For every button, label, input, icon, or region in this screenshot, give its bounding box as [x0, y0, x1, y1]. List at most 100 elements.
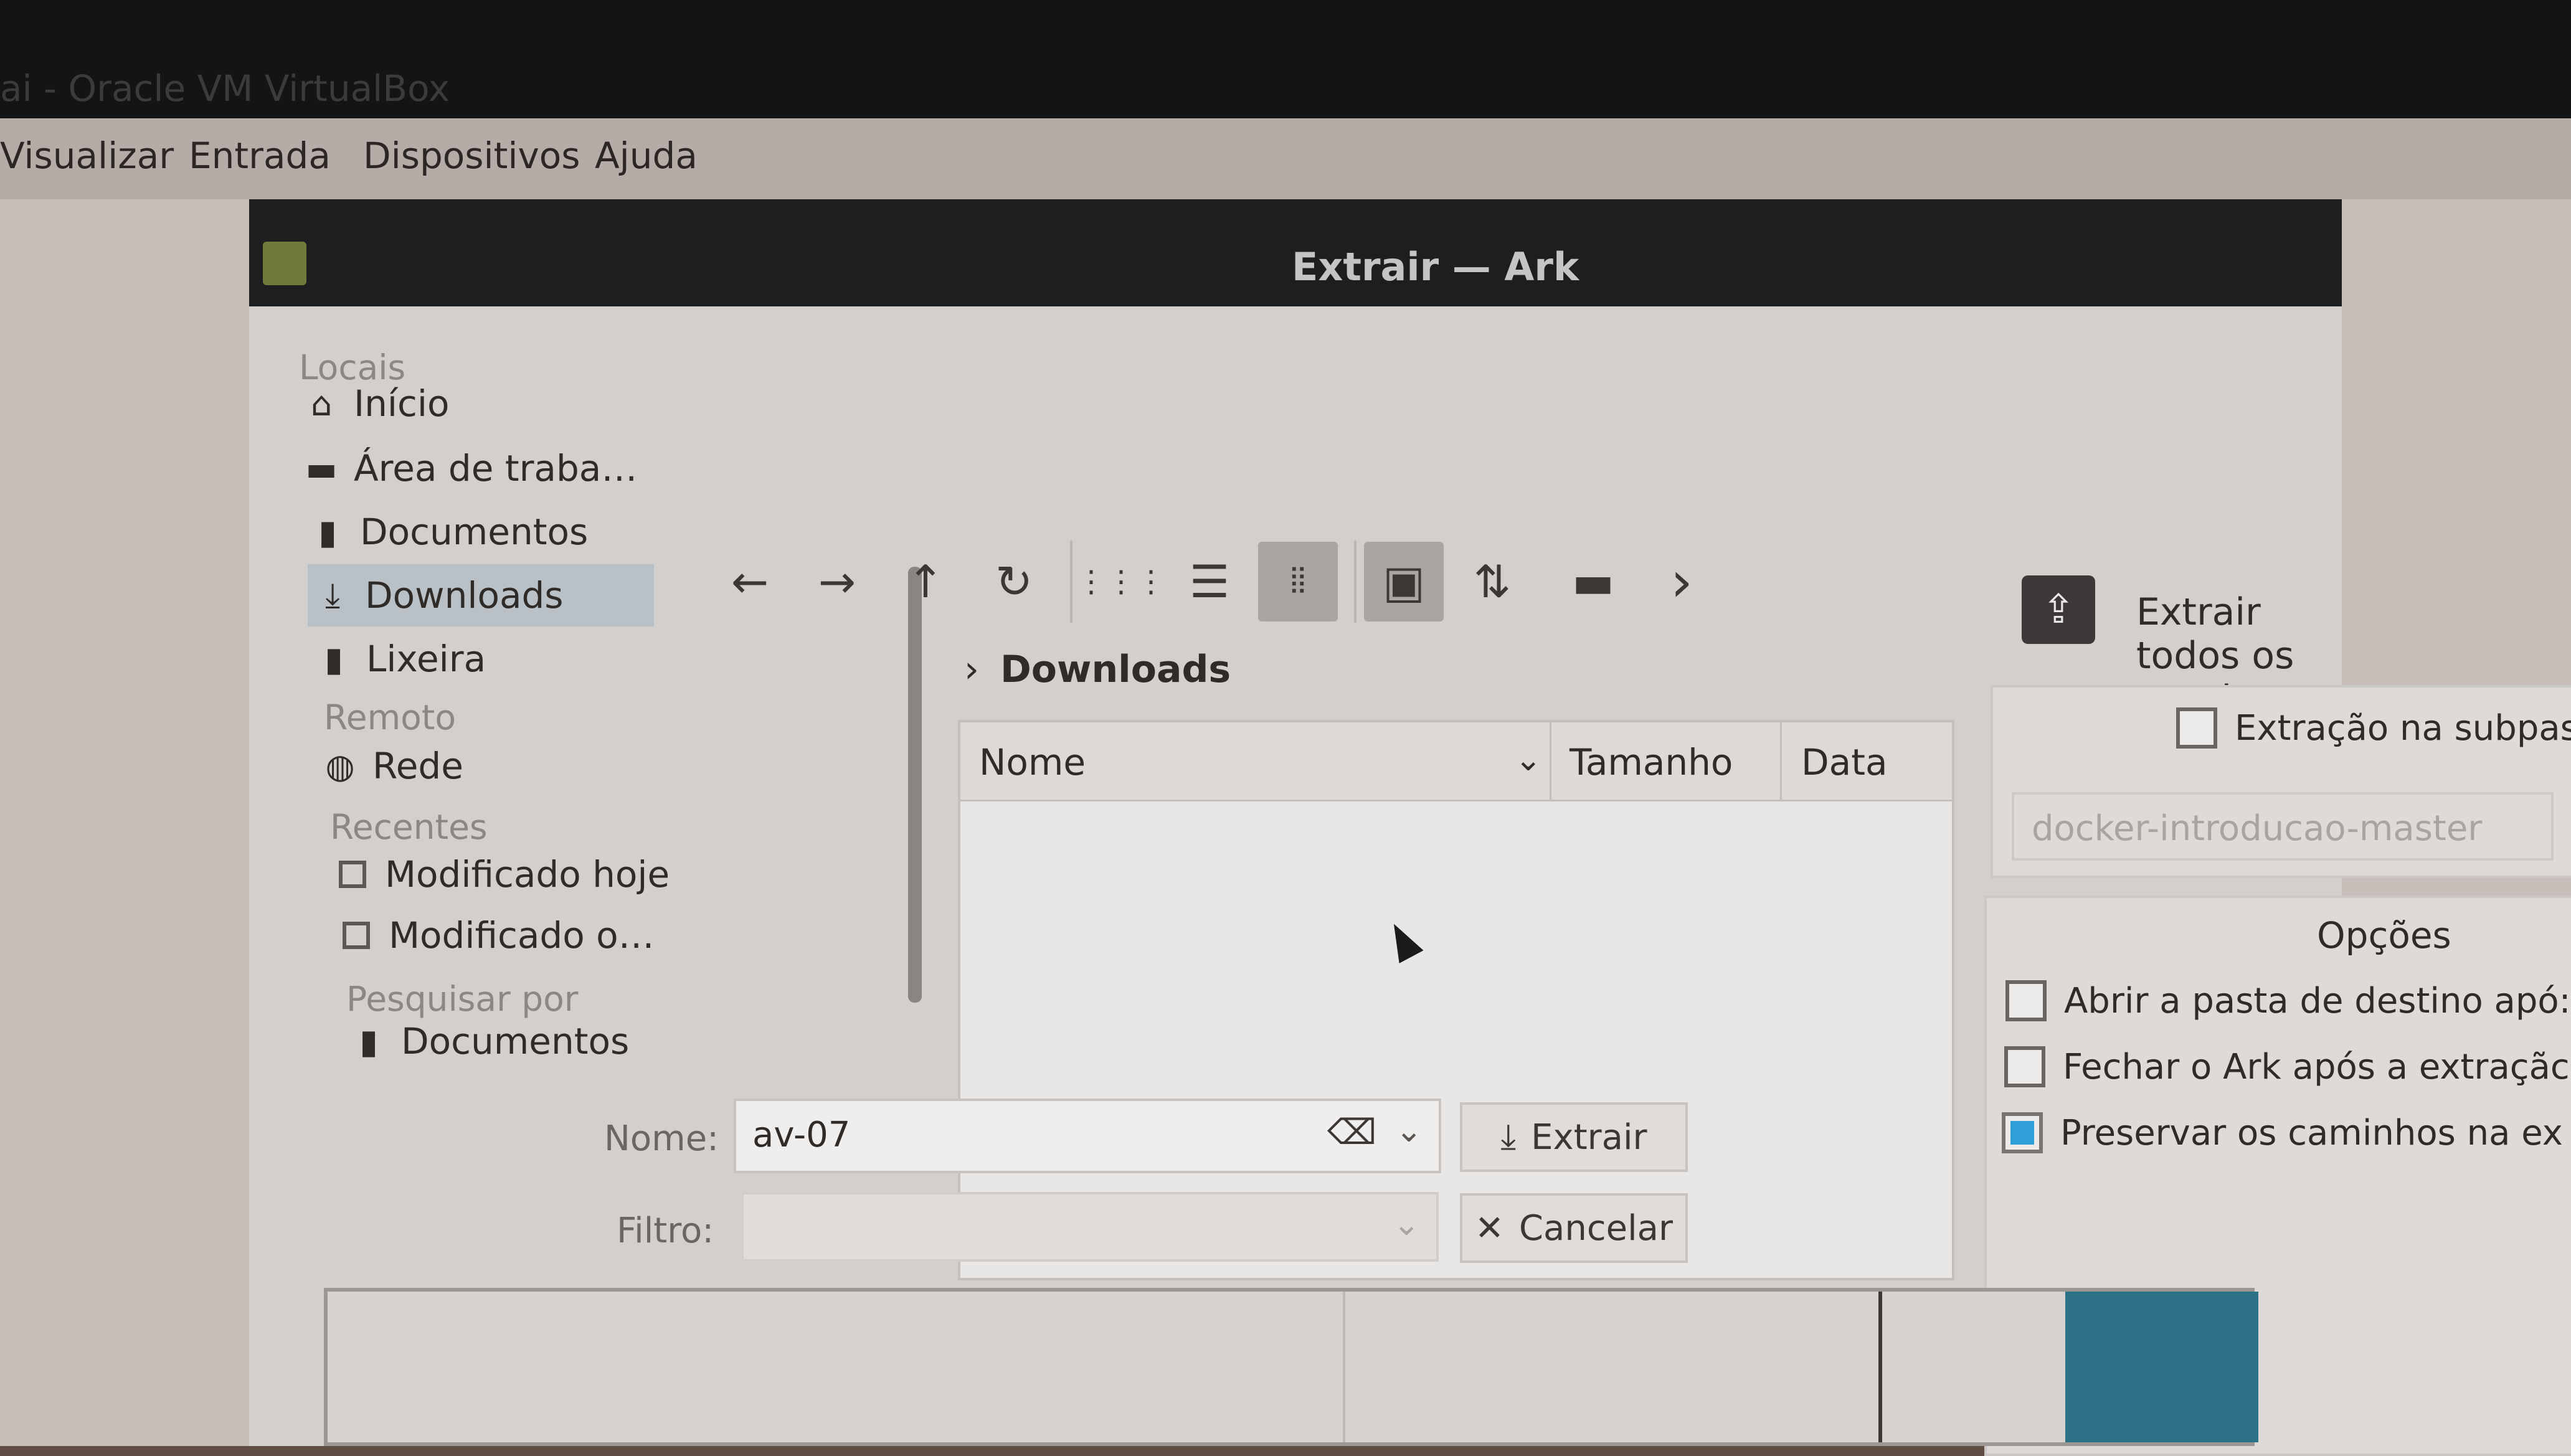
toolbar-separator	[1070, 541, 1072, 623]
reload-icon: ↻	[995, 555, 1033, 608]
places-item-rede[interactable]: ◍ Rede	[324, 735, 635, 797]
menu-dispositivos[interactable]: Dispositivos	[363, 135, 580, 177]
places-item-area-de-trabalho[interactable]: ▬ Área de traba…	[305, 437, 679, 499]
column-separator	[1780, 722, 1782, 800]
arrow-left-icon: ←	[731, 555, 769, 608]
places-item-inicio[interactable]: ⌂ Início	[305, 372, 642, 435]
places-item-label: Rede	[372, 745, 463, 787]
trash-icon: ▮	[324, 639, 343, 679]
back-button[interactable]: ←	[710, 542, 790, 622]
toolbar-separator	[1354, 541, 1357, 623]
forward-button[interactable]: →	[797, 542, 877, 622]
subfolder-checkbox[interactable]: Extração na subpas	[2176, 707, 2571, 749]
dialog-title: Extrair — Ark	[1292, 244, 1579, 290]
places-section-recentes: Recentes	[330, 807, 488, 847]
places-item-label: Downloads	[365, 574, 564, 617]
arrow-right-icon: →	[818, 555, 856, 608]
option-open-destination[interactable]: Abrir a pasta de destino apó:	[2005, 980, 2571, 1021]
close-icon: ✕	[1475, 1208, 1504, 1249]
subfolder-name-value: docker-introducao-master	[2032, 808, 2483, 849]
name-input[interactable]: av-07 ⌫ ⌄	[734, 1099, 1441, 1173]
checkbox-box[interactable]	[2176, 707, 2217, 749]
places-panel: Locais ⌂ Início ▬ Área de traba… ▮ Docum…	[293, 347, 903, 1319]
desktop-icon: ▬	[305, 448, 338, 488]
column-header-data[interactable]: Data	[1801, 741, 1888, 783]
places-item-modificado-hoje[interactable]: Modificado hoje	[336, 843, 735, 905]
places-item-label: Documentos	[401, 1020, 630, 1062]
option-preserve-paths[interactable]: Preservar os caminhos na ex	[2002, 1112, 2563, 1153]
checkbox-checked[interactable]	[2002, 1112, 2043, 1153]
calendar-icon	[336, 858, 369, 891]
menu-visualizar[interactable]: Visualizar	[0, 135, 174, 177]
cancel-button-label: Cancelar	[1518, 1208, 1673, 1249]
grid-icon: ⋮⋮⋮	[1076, 564, 1166, 599]
host-window-title: ai - Oracle VM VirtualBox	[0, 67, 450, 110]
places-item-label: Início	[354, 382, 450, 425]
option-label: Abrir a pasta de destino apó:	[2064, 980, 2571, 1021]
icons-view-button[interactable]: ⋮⋮⋮	[1076, 542, 1166, 622]
places-item-lixeira[interactable]: ▮ Lixeira	[318, 628, 629, 690]
sort-button[interactable]: ⇅	[1452, 542, 1532, 622]
extract-button-label: Extrair	[1531, 1117, 1647, 1158]
places-section-remoto: Remoto	[324, 697, 457, 737]
option-label: Preservar os caminhos na ex	[2060, 1112, 2563, 1153]
subfolder-checkbox-label: Extração na subpas	[2235, 707, 2571, 749]
breadcrumb-current[interactable]: Downloads	[1000, 648, 1231, 691]
list-icon: ☰	[1189, 555, 1230, 608]
ark-app-icon	[263, 242, 306, 285]
places-item-label: Modificado hoje	[385, 853, 670, 896]
column-separator	[1550, 722, 1551, 800]
name-label: Nome:	[604, 1118, 719, 1159]
places-item-label: Modificado o…	[389, 914, 655, 957]
guest-bottom-panel	[324, 1288, 2258, 1446]
extract-button[interactable]: ⤓ Extrair	[1460, 1102, 1688, 1172]
places-scrollbar[interactable]	[908, 567, 922, 1003]
clear-icon[interactable]: ⌫	[1327, 1112, 1376, 1153]
chevron-down-icon: ⌄	[1515, 741, 1542, 778]
name-input-value: av-07	[752, 1115, 851, 1155]
chevron-down-icon[interactable]: ⌄	[1395, 1112, 1423, 1150]
option-close-ark[interactable]: Fechar o Ark após a extraçãc	[2004, 1046, 2570, 1087]
preview-button[interactable]: ▣	[1364, 542, 1444, 622]
places-item-search-documentos[interactable]: ▮ Documentos	[353, 1010, 701, 1072]
network-icon: ◍	[325, 746, 355, 786]
checkbox-box[interactable]	[2004, 1046, 2045, 1087]
sort-icon: ⇅	[1473, 555, 1512, 608]
breadcrumb[interactable]: › Downloads	[964, 648, 1231, 691]
new-folder-button[interactable]: ▬	[1553, 542, 1633, 622]
up-button[interactable]: ↑	[886, 542, 965, 622]
download-icon: ⤓	[1500, 1117, 1517, 1157]
image-preview-icon: ▣	[1382, 555, 1426, 608]
places-item-documentos[interactable]: ▮ Documentos	[311, 501, 660, 563]
panel-divider	[1343, 1292, 1345, 1442]
places-item-downloads[interactable]: ⤓ Downloads	[308, 564, 654, 626]
option-label: Fechar o Ark após a extraçãc	[2063, 1046, 2570, 1087]
home-icon: ⌂	[310, 384, 333, 423]
more-button[interactable]: ›	[1642, 542, 1721, 622]
dialog-titlebar: Extrair — Ark	[249, 199, 2342, 306]
panel-accent-block[interactable]	[2065, 1292, 2258, 1442]
list-view-button[interactable]: ☰	[1170, 542, 1249, 622]
places-item-label: Área de traba…	[354, 447, 638, 489]
minimize-icon: ▬	[1571, 555, 1615, 608]
filter-label: Filtro:	[617, 1211, 714, 1251]
column-header-nome[interactable]: Nome	[979, 741, 1086, 783]
places-item-label: Lixeira	[366, 638, 486, 680]
menu-ajuda[interactable]: Ajuda	[595, 135, 698, 177]
checkbox-box[interactable]	[2005, 980, 2047, 1021]
places-item-modificado-ontem[interactable]: Modificado o…	[340, 904, 714, 967]
reload-button[interactable]: ↻	[974, 542, 1054, 622]
extract-all-icon: ⇪	[2022, 575, 2095, 644]
subfolder-name-input[interactable]: docker-introducao-master	[2012, 792, 2554, 861]
detail-view-button[interactable]: ⦙⦙	[1258, 542, 1338, 622]
column-header-tamanho[interactable]: Tamanho	[1570, 741, 1733, 783]
download-icon: ⤓	[325, 575, 340, 615]
chevron-down-icon[interactable]: ⌄	[1393, 1206, 1420, 1243]
places-item-label: Documentos	[360, 511, 589, 553]
document-icon: ▮	[318, 512, 337, 552]
filter-input[interactable]: ⌄	[741, 1192, 1439, 1262]
cancel-button[interactable]: ✕ Cancelar	[1460, 1193, 1688, 1263]
ark-extract-dialog: Extrair — Ark Locais ⌂ Início ▬ Área de …	[249, 199, 2571, 1456]
menu-entrada[interactable]: Entrada	[189, 135, 331, 177]
document-icon: ▮	[359, 1021, 378, 1061]
